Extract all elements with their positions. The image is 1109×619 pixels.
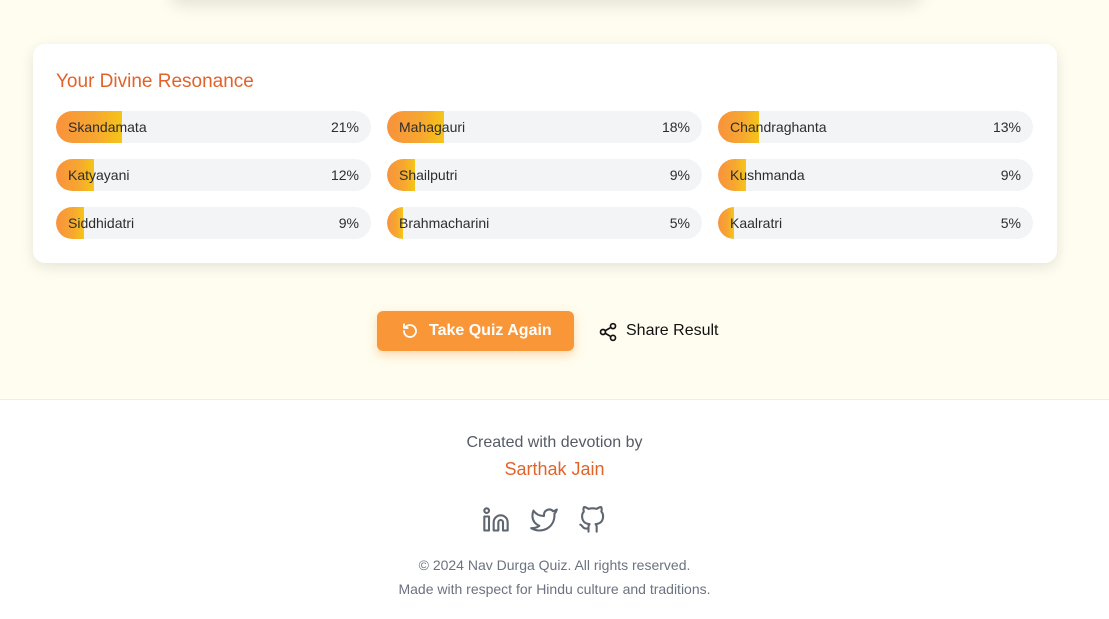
take-quiz-again-button[interactable]: Take Quiz Again bbox=[377, 311, 574, 351]
resonance-bar-percent: 13% bbox=[992, 119, 1021, 135]
twitter-link[interactable] bbox=[530, 506, 558, 534]
footer-created-text: Created with devotion by bbox=[466, 434, 643, 451]
resonance-bar-percent: 5% bbox=[1000, 215, 1021, 231]
resonance-bar: Katyayani 12% bbox=[56, 159, 371, 191]
resonance-bar-percent: 5% bbox=[669, 215, 690, 231]
resonance-bar-name: Kushmanda bbox=[730, 167, 805, 183]
take-quiz-again-label: Take Quiz Again bbox=[429, 322, 552, 339]
resonance-bar: Mahagauri 18% bbox=[387, 111, 702, 143]
resonance-bar: Shailputri 9% bbox=[387, 159, 702, 191]
resonance-bar: Chandraghanta 13% bbox=[718, 111, 1033, 143]
resonance-bar-name: Skandamata bbox=[68, 119, 147, 135]
resonance-bar-name: Kaalratri bbox=[730, 215, 783, 231]
resonance-bar: Kaalratri 5% bbox=[718, 207, 1033, 239]
resonance-bar-percent: 18% bbox=[661, 119, 690, 135]
resonance-title: Your Divine Resonance bbox=[56, 71, 254, 92]
resonance-bar-name: Katyayani bbox=[68, 167, 130, 183]
copyright-text: © 2024 Nav Durga Quiz. All rights reserv… bbox=[418, 557, 691, 573]
footer-divider bbox=[0, 399, 1109, 400]
share-icon bbox=[598, 322, 618, 347]
github-icon bbox=[578, 506, 606, 538]
share-result-button[interactable]: Share Result bbox=[596, 311, 726, 351]
twitter-icon bbox=[530, 508, 558, 538]
social-links bbox=[482, 506, 612, 534]
resonance-bar-percent: 9% bbox=[669, 167, 690, 183]
results-section: Your Divine Resonance Skandamata 21% Mahag… bbox=[0, 0, 1109, 399]
resonance-bar-name: Brahmacharini bbox=[399, 215, 490, 231]
github-link[interactable] bbox=[578, 506, 606, 534]
share-result-label: Share Result bbox=[626, 322, 719, 339]
resonance-bar-percent: 9% bbox=[338, 215, 359, 231]
resonance-bar-percent: 21% bbox=[330, 119, 359, 135]
resonance-bar-percent: 12% bbox=[330, 167, 359, 183]
resonance-bar-percent: 9% bbox=[1000, 167, 1021, 183]
resonance-bar: Kushmanda 9% bbox=[718, 159, 1033, 191]
refresh-icon bbox=[401, 322, 419, 345]
tagline-text: Made with respect for Hindu culture and … bbox=[398, 581, 711, 597]
author-link[interactable]: Sarthak Jain bbox=[0, 459, 1109, 480]
linkedin-link[interactable] bbox=[482, 506, 510, 534]
resonance-bar-name: Mahagauri bbox=[399, 119, 466, 135]
resonance-bar-name: Shailputri bbox=[399, 167, 458, 183]
resonance-bar: Brahmacharini 5% bbox=[387, 207, 702, 239]
divine-resonance-card: Your Divine Resonance Skandamata 21% Mahag… bbox=[33, 44, 1057, 263]
linkedin-icon bbox=[482, 507, 510, 538]
resonance-bar: Skandamata 21% bbox=[56, 111, 371, 143]
resonance-bar-name: Siddhidatri bbox=[68, 215, 135, 231]
resonance-bar-name: Chandraghanta bbox=[730, 119, 827, 135]
resonance-bar: Siddhidatri 9% bbox=[56, 207, 371, 239]
